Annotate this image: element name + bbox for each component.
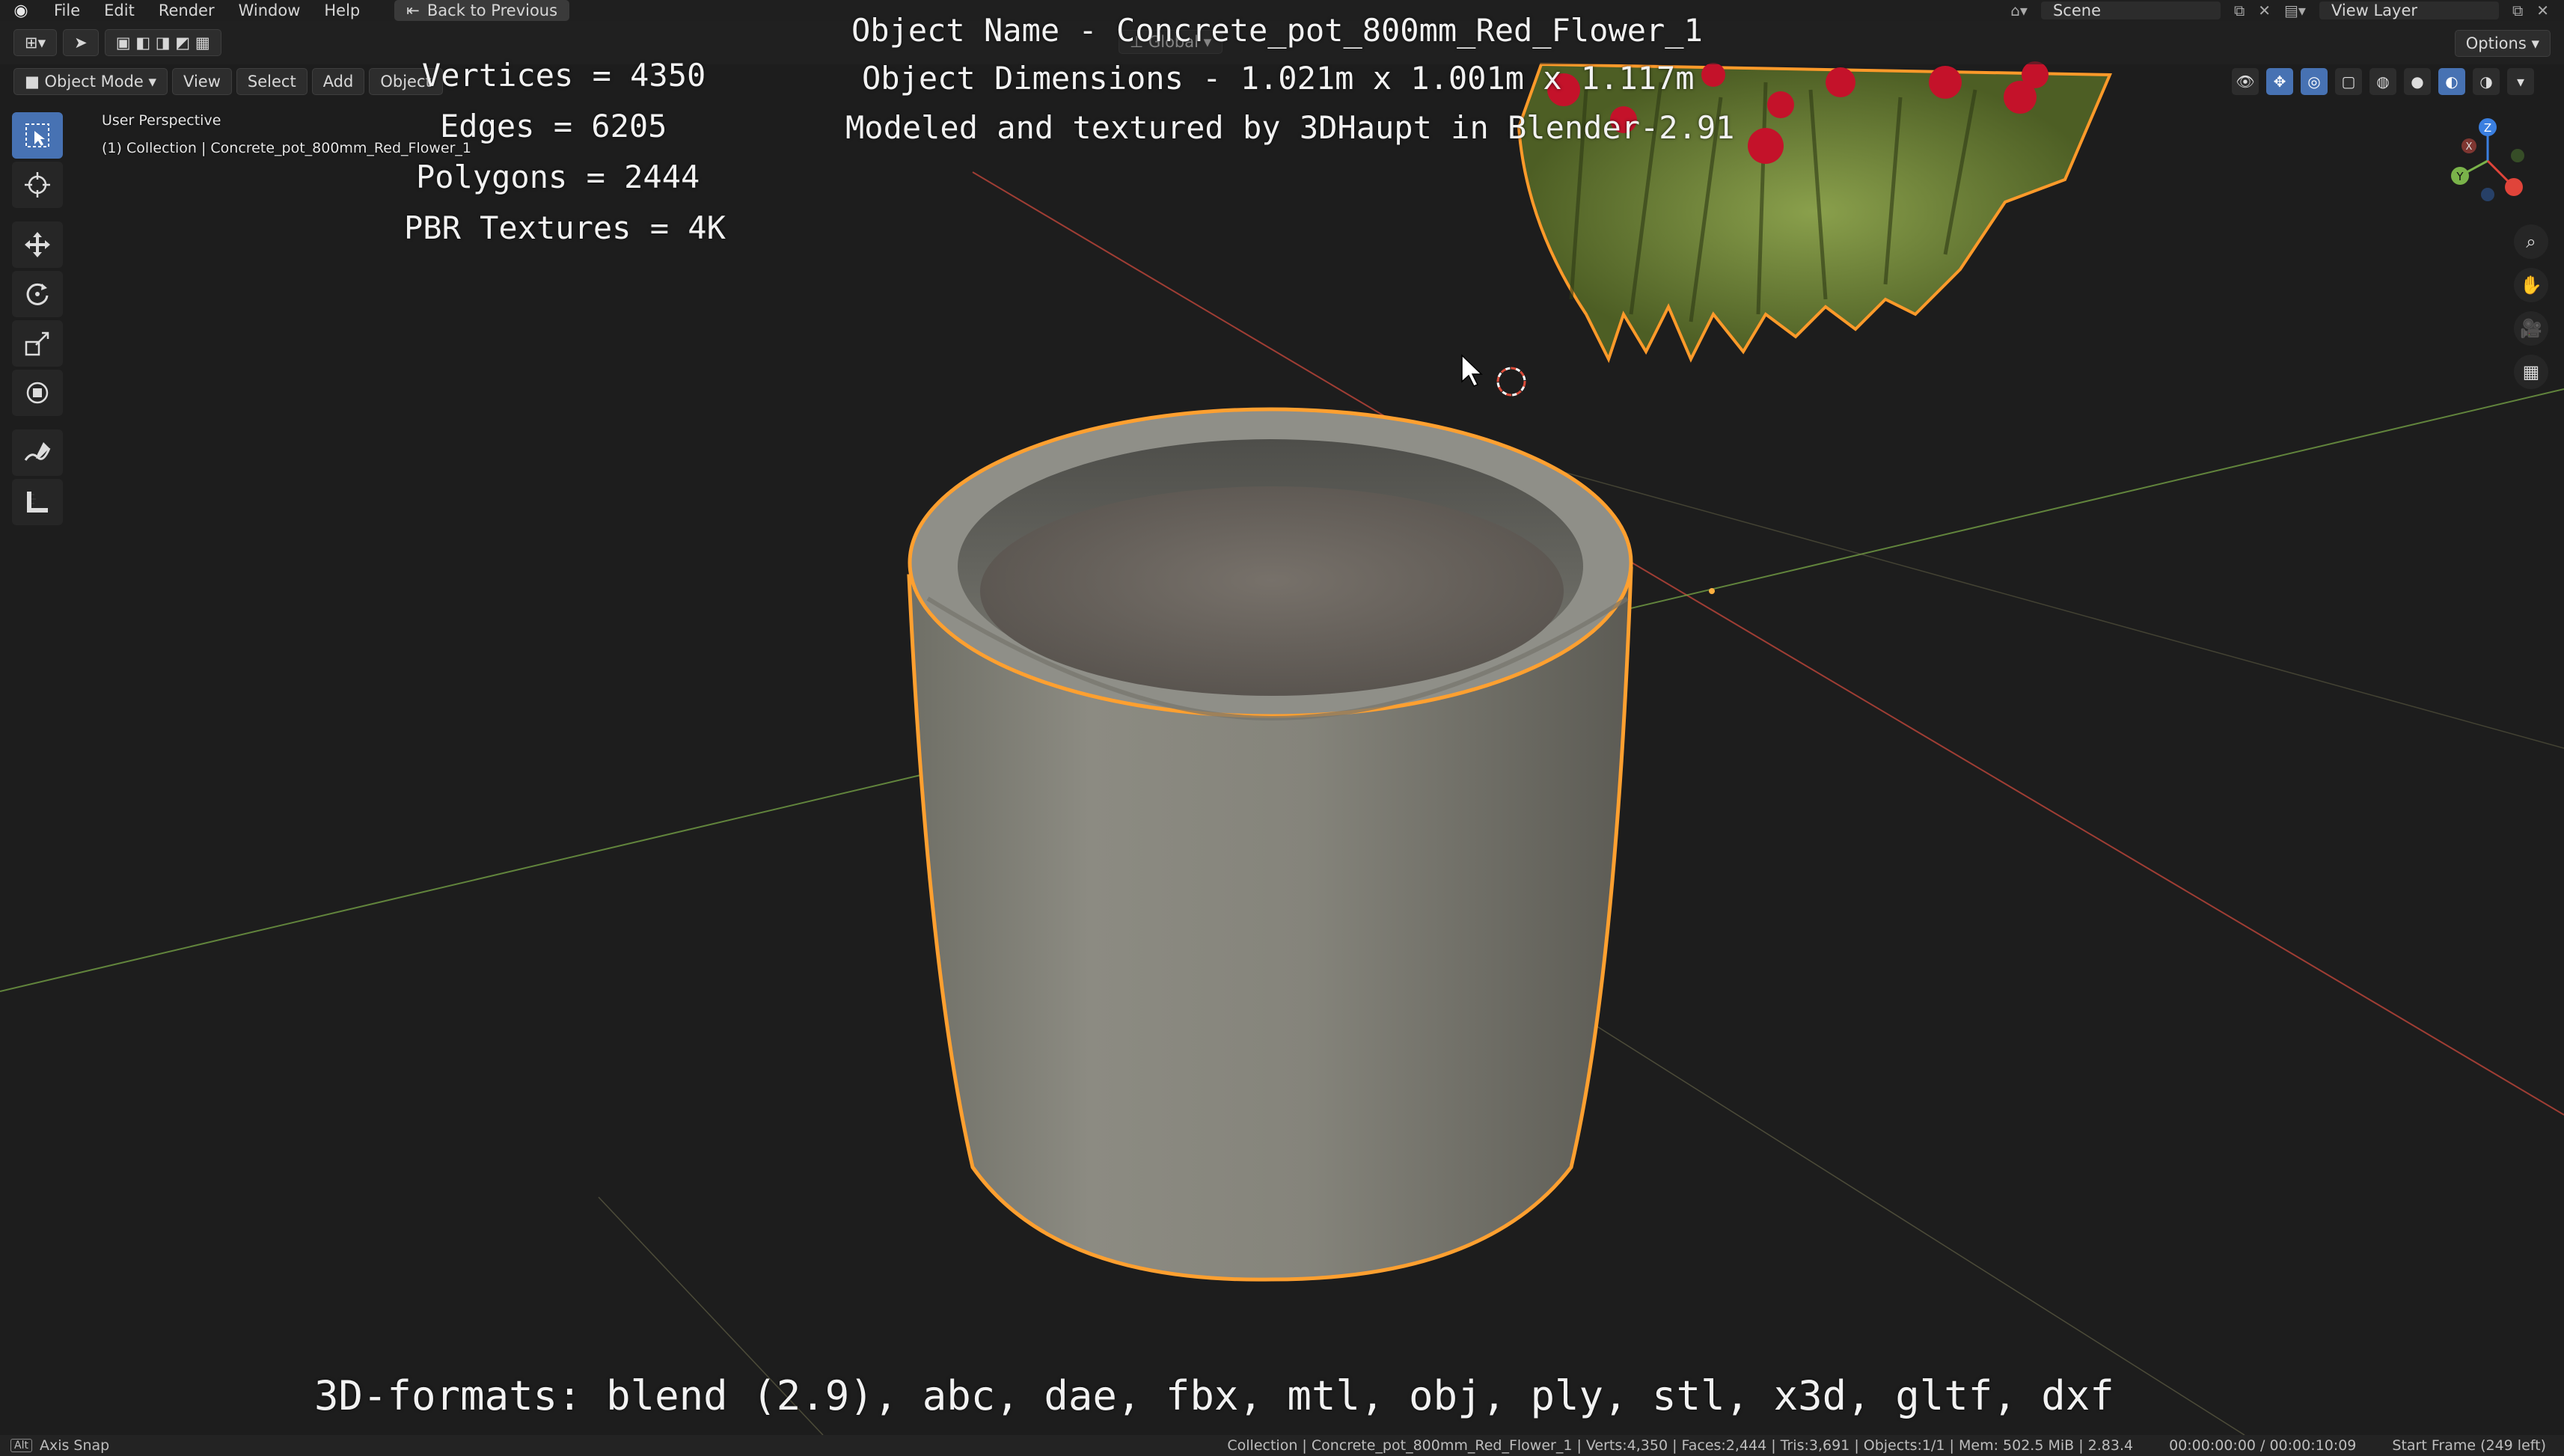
selection-mode-buttons[interactable]: ▣ ◧ ◨ ◩ ▦ bbox=[104, 29, 221, 56]
mouse-cursor bbox=[1461, 354, 1483, 387]
move-icon bbox=[25, 232, 50, 257]
textures-stat: PBR Textures = 4K bbox=[404, 209, 726, 246]
grid-line bbox=[1533, 463, 2564, 749]
rendered-shading-icon[interactable]: ◑ bbox=[2473, 68, 2500, 95]
tool-rotate[interactable] bbox=[12, 271, 63, 317]
mode-and-menus: ■ Object Mode ▾ View Select Add Object bbox=[13, 68, 443, 95]
gizmo-x-label: X bbox=[2466, 141, 2473, 153]
new-scene-icon[interactable]: ⧉ bbox=[2234, 1, 2245, 19]
header-left-tools: ⊞▾ ➤ ▣ ◧ ◨ ◩ ▦ bbox=[13, 29, 221, 56]
view-layer-field[interactable]: View Layer bbox=[2319, 1, 2499, 19]
add-menu[interactable]: Add bbox=[311, 68, 365, 95]
scene-icon[interactable]: ⌂▾ bbox=[2010, 1, 2028, 19]
credit-caption: Modeled and textured by 3DHaupt in Blend… bbox=[845, 109, 1735, 146]
delete-view-layer-icon[interactable]: ✕ bbox=[2536, 1, 2549, 19]
selection-mode-icons: ▣ ◧ ◨ ◩ ▦ bbox=[115, 34, 210, 52]
tool-move[interactable] bbox=[12, 221, 63, 268]
axis-snap-label: Axis Snap bbox=[39, 1437, 110, 1454]
main-menu: File Edit Render Window Help bbox=[42, 1, 372, 19]
vertices-stat: Vertices = 4350 bbox=[422, 57, 706, 94]
new-view-layer-icon[interactable]: ⧉ bbox=[2512, 1, 2523, 19]
grid-icon[interactable]: ▦ bbox=[2514, 355, 2548, 389]
shading-options-icon[interactable]: ▾ bbox=[2507, 68, 2534, 95]
menu-file[interactable]: File bbox=[42, 1, 92, 19]
timecode: 00:00:00:00 / 00:00:10:09 bbox=[2169, 1437, 2357, 1454]
gizmo-toggle-icon[interactable]: ✥ bbox=[2266, 68, 2293, 95]
view-layer-icon[interactable]: ▤▾ bbox=[2284, 1, 2306, 19]
menu-render[interactable]: Render bbox=[147, 1, 227, 19]
editor-type-icon: ⊞▾ bbox=[25, 34, 46, 52]
cursor-icon bbox=[25, 172, 50, 198]
collection-path-label: (1) Collection | Concrete_pot_800mm_Red_… bbox=[102, 140, 471, 156]
chevron-down-icon: ▾ bbox=[143, 73, 157, 91]
overlay-toggle-icon[interactable]: ◎ bbox=[2301, 68, 2328, 95]
select-menu[interactable]: Select bbox=[236, 68, 308, 95]
select-tool-button[interactable]: ➤ bbox=[63, 29, 99, 56]
gizmo-z-label: Z bbox=[2484, 121, 2491, 135]
editor-type-button[interactable]: ⊞▾ bbox=[13, 29, 58, 56]
view-menu[interactable]: View bbox=[172, 68, 232, 95]
back-icon: ⇤ bbox=[406, 1, 420, 19]
tool-measure[interactable] bbox=[12, 479, 63, 525]
navigation-tools: ⌕ ✋ 🎥 ▦ bbox=[2514, 224, 2548, 389]
cursor-arrow-icon: ➤ bbox=[74, 34, 88, 52]
concrete-pot[interactable] bbox=[907, 407, 1633, 1282]
edges-stat: Edges = 6205 bbox=[440, 108, 667, 144]
blender-logo-icon[interactable]: ◉ bbox=[10, 0, 31, 21]
tool-select-box[interactable] bbox=[12, 112, 63, 159]
object-mode-icon: ■ bbox=[25, 73, 45, 91]
rotate-icon bbox=[26, 283, 49, 305]
scene-selectors: ⌂▾ Scene ⧉ ✕ ▤▾ View Layer ⧉ ✕ bbox=[2010, 0, 2564, 21]
zoom-icon[interactable]: ⌕ bbox=[2514, 224, 2548, 259]
solid-shading-icon[interactable]: ● bbox=[2404, 68, 2431, 95]
navigation-gizmo[interactable]: Z Y X bbox=[2439, 112, 2536, 209]
scene-statistics: Collection | Concrete_pot_800mm_Red_Flow… bbox=[1227, 1437, 2134, 1454]
formats-caption: 3D-formats: blend (2.9), abc, dae, fbx, … bbox=[314, 1372, 2114, 1419]
status-right: Collection | Concrete_pot_800mm_Red_Flow… bbox=[1227, 1437, 2546, 1454]
tool-shelf bbox=[12, 112, 63, 525]
dimensions-caption: Object Dimensions - 1.021m x 1.001m x 1.… bbox=[862, 60, 1695, 97]
back-label: Back to Previous bbox=[426, 1, 558, 19]
menu-edit[interactable]: Edit bbox=[92, 1, 147, 19]
view-perspective-label: User Perspective bbox=[102, 112, 221, 129]
options-label: Options bbox=[2465, 34, 2527, 52]
menu-help[interactable]: Help bbox=[312, 1, 372, 19]
shading-controls: 👁 ✥ ◎ ▢ ◍ ● ◐ ◑ ▾ bbox=[2232, 68, 2534, 95]
3d-cursor[interactable] bbox=[1496, 367, 1526, 397]
chevron-down-icon: ▾ bbox=[2526, 34, 2539, 52]
material-preview-icon[interactable]: ◐ bbox=[2438, 68, 2465, 95]
scene-field[interactable]: Scene bbox=[2040, 1, 2221, 19]
back-to-previous-button[interactable]: ⇤ Back to Previous bbox=[394, 0, 570, 21]
alt-key-icon: Alt bbox=[10, 1439, 32, 1452]
flower-plant bbox=[1517, 61, 2113, 364]
delete-scene-icon[interactable]: ✕ bbox=[2258, 1, 2271, 19]
xray-toggle-icon[interactable]: ▢ bbox=[2335, 68, 2362, 95]
camera-icon[interactable]: 🎥 bbox=[2514, 311, 2548, 346]
annotate-icon bbox=[24, 442, 51, 461]
scene-render bbox=[0, 61, 2564, 1435]
options-dropdown[interactable]: Options ▾ bbox=[2454, 30, 2551, 57]
object-mode-label: Object Mode bbox=[44, 73, 144, 91]
grid-line bbox=[1570, 1009, 2245, 1435]
polygons-stat: Polygons = 2444 bbox=[416, 159, 700, 195]
tool-annotate[interactable] bbox=[12, 429, 63, 476]
origin-point bbox=[1709, 588, 1715, 594]
measure-icon bbox=[27, 492, 48, 513]
menu-window[interactable]: Window bbox=[227, 1, 313, 19]
object-mode-dropdown[interactable]: ■ Object Mode ▾ bbox=[13, 68, 168, 95]
wireframe-shading-icon[interactable]: ◍ bbox=[2369, 68, 2396, 95]
object-name-caption: Object Name - Concrete_pot_800mm_Red_Flo… bbox=[851, 12, 1703, 49]
pan-hand-icon[interactable]: ✋ bbox=[2514, 268, 2548, 302]
status-left: Alt Axis Snap bbox=[10, 1437, 109, 1454]
scale-icon bbox=[25, 331, 49, 356]
visibility-icon[interactable]: 👁 bbox=[2232, 68, 2259, 95]
transform-icon bbox=[26, 382, 49, 404]
tool-scale[interactable] bbox=[12, 320, 63, 367]
tool-cursor[interactable] bbox=[12, 162, 63, 208]
select-box-icon bbox=[25, 123, 49, 147]
gizmo-y-label: Y bbox=[2456, 170, 2464, 183]
status-bar: Alt Axis Snap Collection | Concrete_pot_… bbox=[0, 1435, 2564, 1456]
tool-transform[interactable] bbox=[12, 370, 63, 416]
frame-info: Start Frame (249 left) bbox=[2392, 1437, 2546, 1454]
